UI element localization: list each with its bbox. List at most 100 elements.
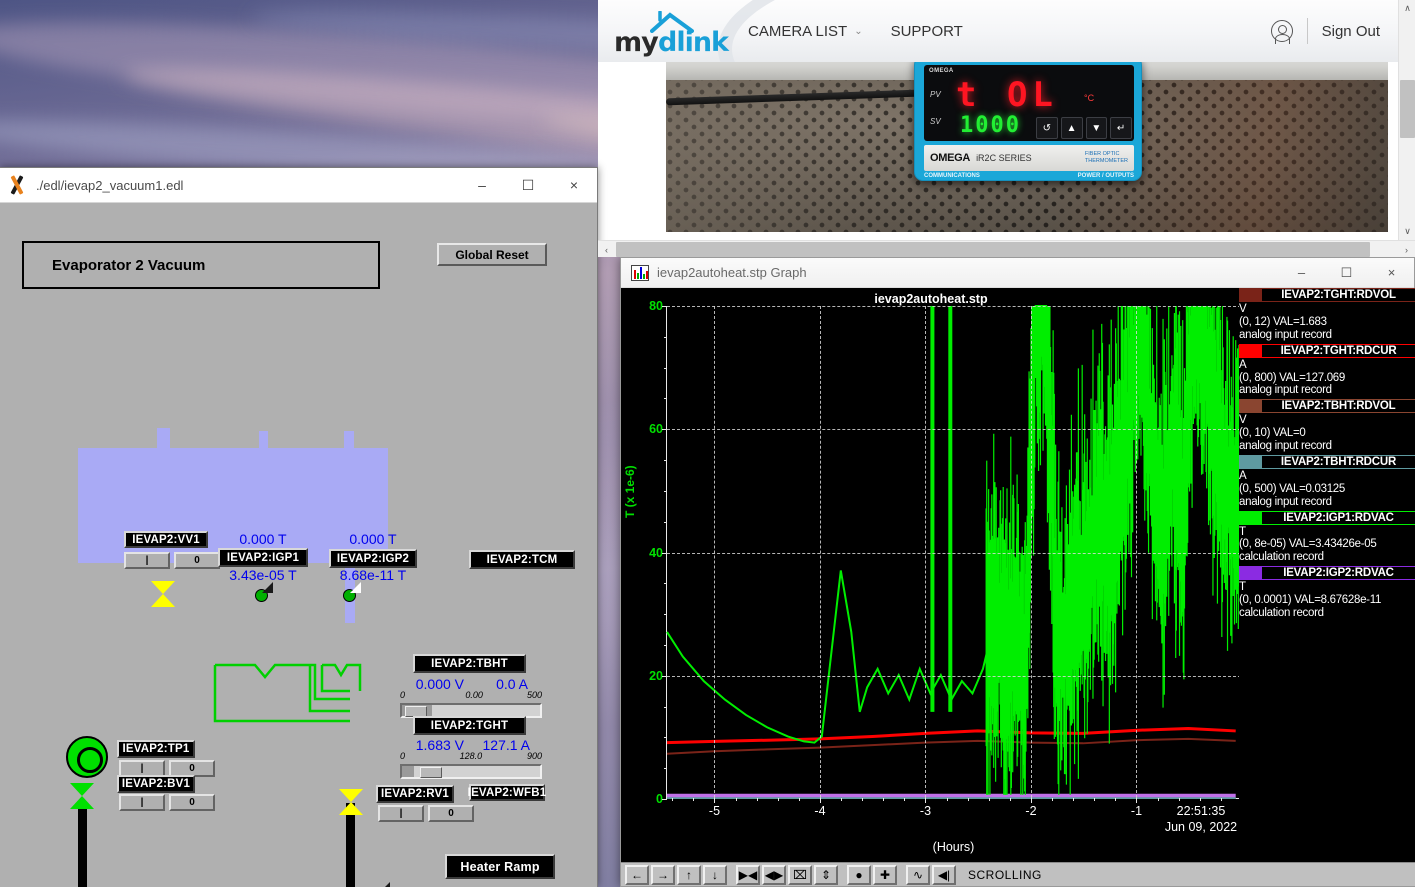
legend-header: IEVAP2:TBHT:RDVOL xyxy=(1239,399,1415,414)
x-axis-minor-tick xyxy=(735,798,737,801)
pv-name-igp2[interactable]: IEVAP2:IGP2 xyxy=(329,549,417,568)
chevron-down-icon: ⌄ xyxy=(854,25,863,37)
edm-control-panel-window: ./edl/ievap2_vacuum1.edl – ☐ × Evaporato… xyxy=(0,167,598,887)
close-button[interactable]: × xyxy=(551,168,597,202)
pv-name-wfb1[interactable]: IEVAP2:WFB1 xyxy=(468,784,546,801)
x-axis-minor-tick xyxy=(1136,798,1138,801)
pan-down-button[interactable]: ↓ xyxy=(703,864,727,885)
turbo-pump-tp1-symbol[interactable] xyxy=(66,736,108,778)
y-axis-tick-mark xyxy=(662,429,667,431)
pv-name-tbht[interactable]: IEVAP2:TBHT xyxy=(413,654,526,673)
legend-entry[interactable]: IEVAP2:TGHT:RDCUR A (0, 800) VAL=127.069 an… xyxy=(1239,343,1415,400)
maximize-button[interactable]: ☐ xyxy=(505,168,551,202)
bv1-on-button[interactable]: | xyxy=(119,794,165,811)
expand-vertical-button[interactable]: ⇕ xyxy=(814,864,838,885)
global-reset-button[interactable]: Global Reset xyxy=(437,243,547,266)
pv-name-tght[interactable]: IEVAP2:TGHT xyxy=(413,716,526,735)
heater-ramp-button[interactable]: Heater Ramp xyxy=(445,854,555,879)
nav-camera-list[interactable]: CAMERA LIST ⌄ xyxy=(748,23,863,40)
x-axis-tick-label: -3 xyxy=(919,804,932,818)
striptool-graph-window: ievap2autoheat.stp Graph – ☐ × ievap2aut… xyxy=(620,257,1415,887)
add-plot-button[interactable]: ✚ xyxy=(873,864,897,885)
reset-key: ↺ xyxy=(1036,117,1058,139)
x-axis-minor-tick xyxy=(1073,798,1075,801)
x-axis-label: (Hours) xyxy=(932,840,975,854)
expand-horizontal-button[interactable]: ◀▶ xyxy=(762,864,786,885)
scroll-right-arrow[interactable]: › xyxy=(1398,241,1415,257)
sign-out-link[interactable]: Sign Out xyxy=(1322,23,1380,40)
pv-name-rv1[interactable]: IEVAP2:RV1 xyxy=(376,785,454,803)
legend-pv-name: IEVAP2:TBHT:RDVOL xyxy=(1281,400,1396,413)
power-outputs-label: POWER / OUTPUTS xyxy=(1077,173,1134,179)
legend-entry[interactable]: IEVAP2:TGHT:RDVOL V (0, 12) VAL=1.683 analo… xyxy=(1239,288,1415,344)
y-axis-tick-mark xyxy=(662,552,667,554)
pv-name-bv1[interactable]: IEVAP2:BV1 xyxy=(117,775,195,793)
communications-label: COMMUNICATIONS xyxy=(924,173,980,179)
autoscale-button[interactable]: ∿ xyxy=(906,864,930,885)
browser-horizontal-scrollbar[interactable]: ‹ › xyxy=(598,240,1415,257)
legend-header: IEVAP2:TGHT:RDCUR xyxy=(1239,343,1415,358)
pan-left-button[interactable]: ← xyxy=(625,864,649,885)
graph-close-button[interactable]: × xyxy=(1369,258,1414,287)
rv1-on-button[interactable]: | xyxy=(378,805,424,822)
legend-color-swatch xyxy=(1240,344,1262,357)
graph-maximize-button[interactable]: ☐ xyxy=(1324,258,1369,287)
legend-entry[interactable]: IEVAP2:IGP2:RDVAC T (0, 0.0001) VAL=8.6762… xyxy=(1239,566,1415,622)
legend-pv-name: IEVAP2:TBHT:RDCUR xyxy=(1280,455,1397,468)
browser-vertical-scrollbar[interactable]: ∧ ∨ xyxy=(1398,0,1415,240)
y-axis-minor-tick xyxy=(664,367,667,369)
down-key: ▼ xyxy=(1085,117,1108,139)
pan-up-button[interactable]: ↑ xyxy=(677,864,701,885)
bv1-off-button[interactable]: 0 xyxy=(169,794,215,811)
mydlink-logo[interactable]: my dlink xyxy=(610,5,729,58)
gauge-igp1-flag-icon xyxy=(262,582,273,593)
pv-name-tp1[interactable]: IEVAP2:TP1 xyxy=(117,740,195,758)
value-igp2-top: 0.000 T xyxy=(349,531,397,547)
record-button[interactable]: ● xyxy=(847,864,871,885)
vv1-off-button[interactable]: 0 xyxy=(174,552,220,569)
x-axis-minor-tick xyxy=(1199,798,1201,801)
horizontal-scroll-thumb[interactable] xyxy=(616,242,1370,257)
scroll-down-arrow[interactable]: ∨ xyxy=(1399,223,1415,240)
scroll-left-arrow[interactable]: ‹ xyxy=(598,241,615,257)
camera-video-feed[interactable]: OMEGA PV SV t OL 1000 °C ↺ ▲ ▼ ↵ OMEGA i… xyxy=(666,46,1388,232)
y-axis-minor-tick xyxy=(664,706,667,708)
slider-tght-track[interactable] xyxy=(400,764,542,779)
y-axis-minor-tick xyxy=(664,614,667,616)
scroll-up-arrow[interactable]: ∧ xyxy=(1399,0,1415,17)
step-back-button[interactable]: ◀| xyxy=(932,864,956,885)
mydlink-site-header: my dlink CAMERA LIST ⌄ SUPPORT Sign Out xyxy=(598,0,1398,62)
y-axis-minor-tick xyxy=(664,644,667,646)
pv-name-vv1[interactable]: IEVAP2:VV1 xyxy=(124,531,208,548)
nav-support[interactable]: SUPPORT xyxy=(891,23,963,40)
gridline-vertical xyxy=(1030,306,1032,798)
legend-entry[interactable]: IEVAP2:IGP1:RDVAC T (0, 8e-05) VAL=3.43426… xyxy=(1239,510,1415,567)
pv-name-tcm[interactable]: IEVAP2:TCM xyxy=(469,550,575,569)
legend-color-swatch xyxy=(1240,400,1262,413)
value-tght-volts: 1.683 V xyxy=(415,737,464,753)
vertical-scroll-thumb[interactable] xyxy=(1400,80,1415,138)
value-igp2-bottom: 8.68e-11 T xyxy=(339,567,407,583)
graph-minimize-button[interactable]: – xyxy=(1279,258,1324,287)
graph-title-bar: ievap2autoheat.stp Graph – ☐ × xyxy=(621,258,1414,288)
x-axis-minor-tick xyxy=(1115,798,1117,801)
pv-name-igp1[interactable]: IEVAP2:IGP1 xyxy=(218,548,308,567)
legend-color-swatch xyxy=(1240,455,1262,468)
shrink-horizontal-button[interactable]: ▶◀ xyxy=(736,864,760,885)
rv1-off-button[interactable]: 0 xyxy=(428,805,474,822)
gridline-vertical xyxy=(714,306,716,798)
shrink-both-button[interactable]: ⌧ xyxy=(788,864,812,885)
vv1-on-button[interactable]: | xyxy=(124,552,170,569)
slider-tght-thumb[interactable] xyxy=(420,767,442,778)
plot-area[interactable]: ievap2autoheat.stp T (x 1e-6) 0 20 40 60 80-… xyxy=(621,288,1415,864)
account-icon[interactable] xyxy=(1270,20,1293,44)
legend-unit: V xyxy=(1239,414,1247,427)
pan-right-button[interactable]: → xyxy=(651,864,675,885)
legend-entry[interactable]: IEVAP2:TBHT:RDCUR A (0, 500) VAL=0.03125 an… xyxy=(1239,454,1415,511)
controller-display: OMEGA PV SV t OL 1000 °C ↺ ▲ ▼ ↵ xyxy=(924,65,1134,141)
slider-tght-mid: 128.0 xyxy=(459,751,483,761)
x-axis-minor-tick xyxy=(693,798,695,801)
minimize-button[interactable]: – xyxy=(459,168,505,202)
omega-series: iR2C SERIES xyxy=(976,153,1032,163)
legend-entry[interactable]: IEVAP2:TBHT:RDVOL V (0, 10) VAL=0 analog in… xyxy=(1239,399,1415,455)
